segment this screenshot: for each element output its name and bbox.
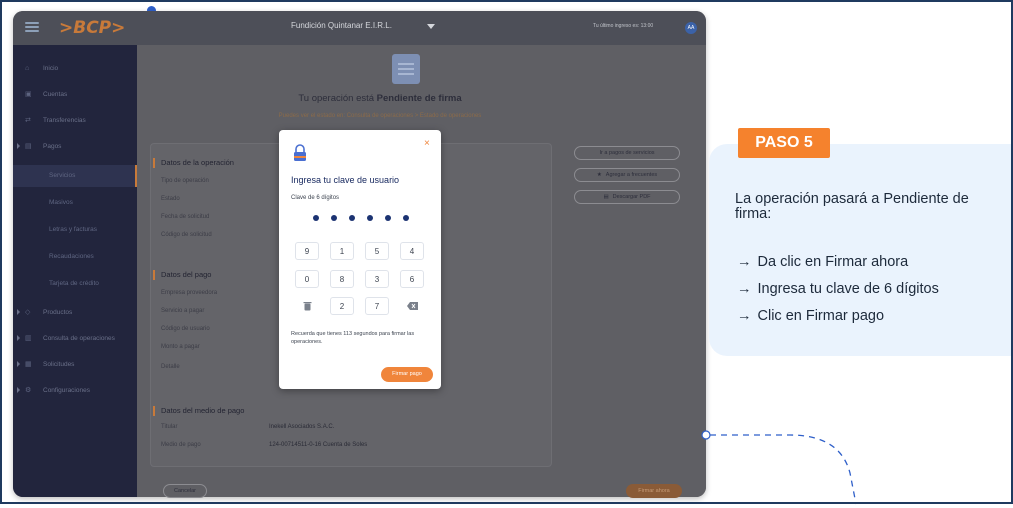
sign-now-button[interactable]: Firmar ahora — [626, 484, 682, 498]
sidebar-item-transferencias[interactable]: ⇄ Transferencias — [13, 109, 137, 131]
bcp-logo: >BCP> — [59, 18, 126, 38]
document-icon — [392, 54, 420, 84]
top-bar: >BCP> Fundición Quintanar E.I.R.L. Tu úl… — [13, 11, 706, 45]
chevron-icon — [17, 361, 20, 367]
cancel-button[interactable]: Cancelar — [163, 484, 207, 498]
field-value: Inekell Asociados S.A.C. — [269, 424, 335, 430]
requests-icon: ▦ — [25, 361, 32, 368]
chevron-icon — [17, 309, 20, 315]
section-title-method: Datos del medio de pago — [152, 406, 245, 416]
key-3[interactable]: 3 — [365, 270, 389, 288]
go-to-services-button[interactable]: Ir a pagos de servicios — [574, 146, 680, 160]
step-badge: PASO 5 — [738, 128, 830, 158]
modal-title: Ingresa tu clave de usuario — [291, 175, 400, 185]
field-label: Titular — [161, 424, 178, 430]
key-4[interactable]: 4 — [400, 242, 424, 260]
arrow-right-icon: → — [737, 254, 752, 270]
sidebar-subitem-recaudaciones[interactable]: Recaudaciones — [13, 246, 137, 268]
connector-line — [701, 430, 857, 505]
field-value: 124-00714511-0-16 Cuenta de Soles — [269, 442, 368, 448]
field-label: Empresa proveedora — [161, 290, 218, 296]
arrow-right-icon: → — [737, 281, 752, 297]
sidebar-item-solicitudes[interactable]: ▦ Solicitudes — [13, 353, 137, 375]
instruction-panel — [709, 144, 1011, 356]
arrow-right-icon: → — [737, 308, 752, 324]
field-label: Detalle — [161, 364, 180, 370]
key-5[interactable]: 5 — [365, 242, 389, 260]
field-label: Medio de pago — [161, 442, 201, 448]
payments-icon: ▤ — [25, 143, 32, 150]
sidebar-subitem-masivos[interactable]: Masivos — [13, 192, 137, 214]
step-item: → Clic en Firmar pago — [737, 308, 885, 324]
field-label: Tipo de operación — [161, 178, 209, 184]
sidebar-subitem-letras[interactable]: Letras y facturas — [13, 219, 137, 241]
section-title-payment: Datos del pago — [152, 270, 212, 280]
sidebar-item-consulta[interactable]: ▥ Consulta de operaciones — [13, 327, 137, 349]
sign-payment-button[interactable]: Firmar pago — [381, 367, 433, 382]
password-label: Clave de 6 dígitos — [291, 195, 340, 201]
chevron-icon — [17, 387, 20, 393]
chevron-down-icon[interactable] — [427, 24, 435, 29]
key-0[interactable]: 0 — [295, 270, 319, 288]
key-1[interactable]: 1 — [330, 242, 354, 260]
transfer-icon: ⇄ — [25, 117, 31, 124]
step-item: → Da clic en Firmar ahora — [737, 254, 909, 270]
password-dots[interactable] — [313, 215, 409, 221]
key-2[interactable]: 2 — [330, 297, 354, 315]
company-selector[interactable]: Fundición Quintanar E.I.R.L. — [291, 21, 392, 30]
timer-note: Recuerda que tienes 113 segundos para fi… — [291, 331, 415, 345]
lock-icon — [294, 144, 306, 161]
trash-icon[interactable] — [295, 297, 319, 315]
step-item: → Ingresa tu clave de 6 dígitos — [737, 281, 939, 297]
password-modal: × Ingresa tu clave de usuario Clave de 6… — [279, 130, 441, 389]
section-title-operation: Datos de la operación — [153, 158, 234, 168]
avatar[interactable]: AA — [685, 22, 697, 34]
sidebar: ⌂ Inicio ▣ Cuentas ⇄ Transferencias ▤ Pagos … — [13, 45, 137, 497]
menu-icon[interactable] — [25, 22, 39, 32]
search-doc-icon: ▥ — [25, 335, 32, 342]
field-label: Código de usuario — [161, 326, 210, 332]
chevron-icon — [17, 143, 20, 149]
close-icon[interactable]: × — [424, 138, 430, 149]
pdf-icon: ▤ — [603, 194, 609, 200]
chevron-icon — [17, 335, 20, 341]
key-6[interactable]: 6 — [400, 270, 424, 288]
last-login: Tu último ingreso es: 13:00 — [593, 23, 654, 29]
field-label: Fecha de solicitud — [161, 214, 210, 220]
sidebar-subitem-tarjeta[interactable]: Tarjeta de crédito — [13, 273, 137, 295]
add-favorites-button[interactable]: ★ Agregar a frecuentes — [574, 168, 680, 182]
download-pdf-button[interactable]: ▤ Descargar PDF — [574, 190, 680, 204]
operation-title: Tu operación está Pendiente de firma — [298, 93, 462, 104]
products-icon: ◇ — [25, 309, 31, 316]
sidebar-item-productos[interactable]: ◇ Productos — [13, 301, 137, 323]
field-label: Servicio a pagar — [161, 308, 205, 314]
backspace-icon[interactable] — [400, 297, 424, 315]
field-label: Monto a pagar — [161, 344, 200, 350]
sidebar-item-pagos[interactable]: ▤ Pagos — [13, 135, 137, 157]
key-7[interactable]: 7 — [365, 297, 389, 315]
key-9[interactable]: 9 — [295, 242, 319, 260]
settings-icon: ⚙ — [25, 387, 32, 394]
home-icon: ⌂ — [25, 64, 30, 72]
sidebar-item-inicio[interactable]: ⌂ Inicio — [13, 57, 137, 79]
wallet-icon: ▣ — [25, 91, 32, 98]
star-icon: ★ — [596, 172, 602, 178]
instruction-text: La operación pasará a Pendiente de firma… — [735, 191, 969, 222]
sidebar-item-cuentas[interactable]: ▣ Cuentas — [13, 83, 137, 105]
operation-subtitle[interactable]: Puedes ver el estado en: Consulta de ope… — [180, 113, 580, 119]
field-label: Código de solicitud — [161, 232, 212, 238]
sidebar-item-configuraciones[interactable]: ⚙ Configuraciones — [13, 379, 137, 401]
field-label: Estado — [161, 196, 180, 202]
sidebar-subitem-servicios[interactable]: Servicios — [13, 165, 137, 187]
key-8[interactable]: 8 — [330, 270, 354, 288]
